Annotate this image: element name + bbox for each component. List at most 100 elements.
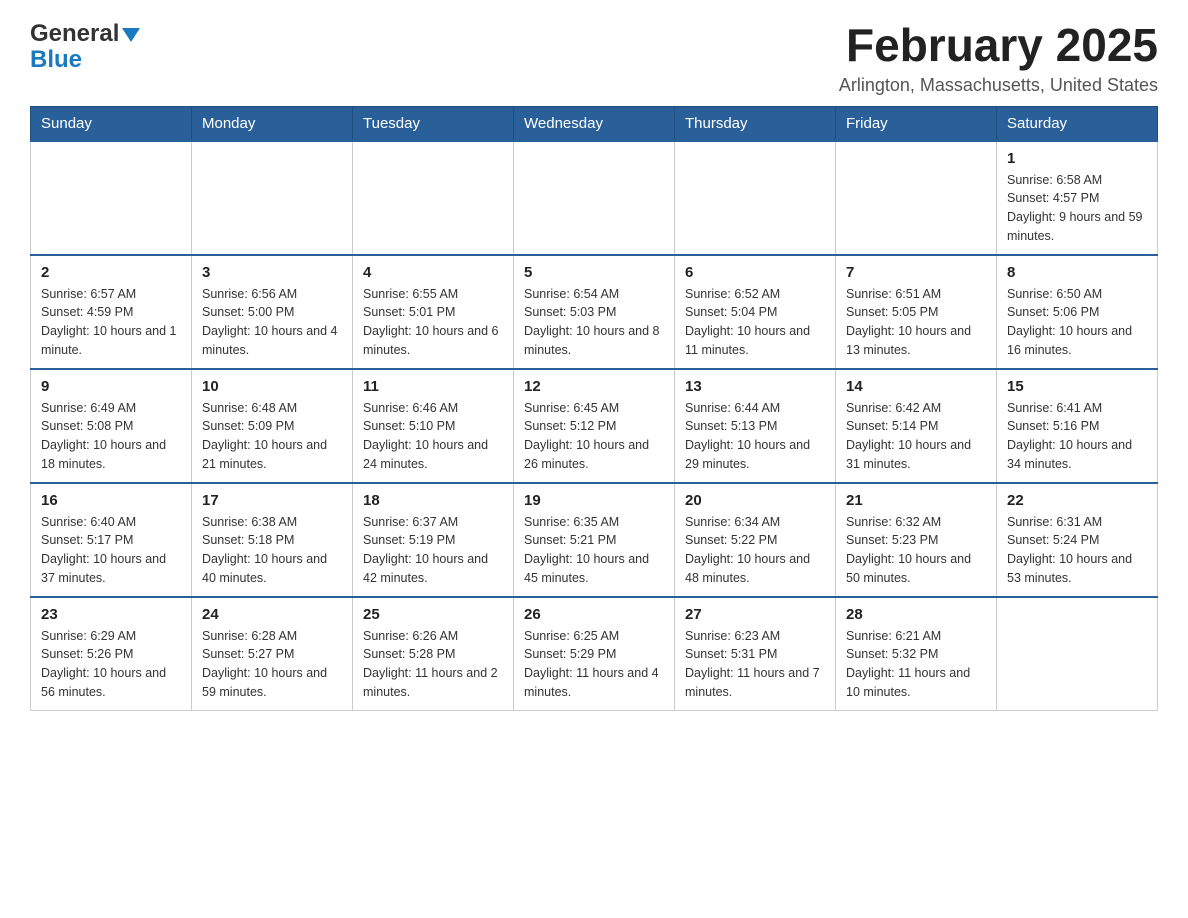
day-number: 11: [363, 378, 503, 395]
day-number: 20: [685, 492, 825, 509]
day-info: Sunrise: 6:34 AMSunset: 5:22 PMDaylight:…: [685, 513, 825, 588]
table-row: 23 Sunrise: 6:29 AMSunset: 5:26 PMDayligh…: [31, 597, 192, 711]
day-info: Sunrise: 6:48 AMSunset: 5:09 PMDaylight:…: [202, 399, 342, 474]
day-number: 10: [202, 378, 342, 395]
day-info: Sunrise: 6:29 AMSunset: 5:26 PMDaylight:…: [41, 627, 181, 702]
day-info: Sunrise: 6:58 AMSunset: 4:57 PMDaylight:…: [1007, 171, 1147, 246]
day-number: 9: [41, 378, 181, 395]
day-number: 15: [1007, 378, 1147, 395]
day-info: Sunrise: 6:35 AMSunset: 5:21 PMDaylight:…: [524, 513, 664, 588]
day-info: Sunrise: 6:44 AMSunset: 5:13 PMDaylight:…: [685, 399, 825, 474]
day-number: 12: [524, 378, 664, 395]
day-info: Sunrise: 6:51 AMSunset: 5:05 PMDaylight:…: [846, 285, 986, 360]
logo-general-text: General: [30, 20, 119, 48]
header-saturday: Saturday: [997, 106, 1158, 141]
calendar-week-row: 16 Sunrise: 6:40 AMSunset: 5:17 PMDayligh…: [31, 483, 1158, 597]
table-row: 12 Sunrise: 6:45 AMSunset: 5:12 PMDayligh…: [514, 369, 675, 483]
day-number: 3: [202, 264, 342, 281]
table-row: 13 Sunrise: 6:44 AMSunset: 5:13 PMDayligh…: [675, 369, 836, 483]
day-info: Sunrise: 6:54 AMSunset: 5:03 PMDaylight:…: [524, 285, 664, 360]
table-row: 16 Sunrise: 6:40 AMSunset: 5:17 PMDayligh…: [31, 483, 192, 597]
table-row: [997, 597, 1158, 711]
table-row: 22 Sunrise: 6:31 AMSunset: 5:24 PMDayligh…: [997, 483, 1158, 597]
day-number: 27: [685, 606, 825, 623]
table-row: 15 Sunrise: 6:41 AMSunset: 5:16 PMDayligh…: [997, 369, 1158, 483]
table-row: 2 Sunrise: 6:57 AMSunset: 4:59 PMDaylight…: [31, 255, 192, 369]
table-row: 11 Sunrise: 6:46 AMSunset: 5:10 PMDayligh…: [353, 369, 514, 483]
day-number: 28: [846, 606, 986, 623]
day-info: Sunrise: 6:31 AMSunset: 5:24 PMDaylight:…: [1007, 513, 1147, 588]
calendar-title: February 2025: [839, 20, 1158, 71]
day-info: Sunrise: 6:26 AMSunset: 5:28 PMDaylight:…: [363, 627, 503, 702]
table-row: 1 Sunrise: 6:58 AMSunset: 4:57 PMDaylight…: [997, 141, 1158, 255]
page-header: General Blue February 2025 Arlington, Ma…: [30, 20, 1158, 96]
table-row: 18 Sunrise: 6:37 AMSunset: 5:19 PMDayligh…: [353, 483, 514, 597]
header-friday: Friday: [836, 106, 997, 141]
table-row: [353, 141, 514, 255]
day-info: Sunrise: 6:42 AMSunset: 5:14 PMDaylight:…: [846, 399, 986, 474]
table-row: [836, 141, 997, 255]
day-number: 16: [41, 492, 181, 509]
day-number: 18: [363, 492, 503, 509]
table-row: 14 Sunrise: 6:42 AMSunset: 5:14 PMDayligh…: [836, 369, 997, 483]
day-number: 24: [202, 606, 342, 623]
day-info: Sunrise: 6:52 AMSunset: 5:04 PMDaylight:…: [685, 285, 825, 360]
day-number: 13: [685, 378, 825, 395]
logo-triangle-icon: [122, 28, 140, 42]
logo-blue-text: Blue: [30, 46, 82, 74]
table-row: [192, 141, 353, 255]
table-row: 21Sunrise: 6:32 AMSunset: 5:23 PMDayligh…: [836, 483, 997, 597]
day-info: Sunrise: 6:50 AMSunset: 5:06 PMDaylight:…: [1007, 285, 1147, 360]
day-number: 2: [41, 264, 181, 281]
day-number: 17: [202, 492, 342, 509]
day-info: Sunrise: 6:21 AMSunset: 5:32 PMDaylight:…: [846, 627, 986, 702]
day-number: 14: [846, 378, 986, 395]
table-row: 3 Sunrise: 6:56 AMSunset: 5:00 PMDaylight…: [192, 255, 353, 369]
table-row: 8Sunrise: 6:50 AMSunset: 5:06 PMDaylight…: [997, 255, 1158, 369]
day-info: Sunrise: 6:57 AMSunset: 4:59 PMDaylight:…: [41, 285, 181, 360]
calendar-week-row: 2 Sunrise: 6:57 AMSunset: 4:59 PMDaylight…: [31, 255, 1158, 369]
day-info: Sunrise: 6:46 AMSunset: 5:10 PMDaylight:…: [363, 399, 503, 474]
table-row: 7 Sunrise: 6:51 AMSunset: 5:05 PMDaylight…: [836, 255, 997, 369]
table-row: 17 Sunrise: 6:38 AMSunset: 5:18 PMDayligh…: [192, 483, 353, 597]
table-row: 6 Sunrise: 6:52 AMSunset: 5:04 PMDaylight…: [675, 255, 836, 369]
day-info: Sunrise: 6:49 AMSunset: 5:08 PMDaylight:…: [41, 399, 181, 474]
day-info: Sunrise: 6:41 AMSunset: 5:16 PMDaylight:…: [1007, 399, 1147, 474]
day-info: Sunrise: 6:28 AMSunset: 5:27 PMDaylight:…: [202, 627, 342, 702]
day-number: 4: [363, 264, 503, 281]
day-number: 1: [1007, 150, 1147, 167]
table-row: 4 Sunrise: 6:55 AMSunset: 5:01 PMDaylight…: [353, 255, 514, 369]
day-info: Sunrise: 6:23 AMSunset: 5:31 PMDaylight:…: [685, 627, 825, 702]
calendar-week-row: 23 Sunrise: 6:29 AMSunset: 5:26 PMDayligh…: [31, 597, 1158, 711]
table-row: 26Sunrise: 6:25 AMSunset: 5:29 PMDayligh…: [514, 597, 675, 711]
header-wednesday: Wednesday: [514, 106, 675, 141]
day-number: 25: [363, 606, 503, 623]
day-info: Sunrise: 6:38 AMSunset: 5:18 PMDaylight:…: [202, 513, 342, 588]
day-info: Sunrise: 6:37 AMSunset: 5:19 PMDaylight:…: [363, 513, 503, 588]
header-monday: Monday: [192, 106, 353, 141]
table-row: 19Sunrise: 6:35 AMSunset: 5:21 PMDayligh…: [514, 483, 675, 597]
day-info: Sunrise: 6:56 AMSunset: 5:00 PMDaylight:…: [202, 285, 342, 360]
table-row: 28 Sunrise: 6:21 AMSunset: 5:32 PMDayligh…: [836, 597, 997, 711]
day-info: Sunrise: 6:55 AMSunset: 5:01 PMDaylight:…: [363, 285, 503, 360]
table-row: 9 Sunrise: 6:49 AMSunset: 5:08 PMDaylight…: [31, 369, 192, 483]
day-info: Sunrise: 6:32 AMSunset: 5:23 PMDaylight:…: [846, 513, 986, 588]
day-info: Sunrise: 6:40 AMSunset: 5:17 PMDaylight:…: [41, 513, 181, 588]
header-tuesday: Tuesday: [353, 106, 514, 141]
day-info: Sunrise: 6:45 AMSunset: 5:12 PMDaylight:…: [524, 399, 664, 474]
day-number: 6: [685, 264, 825, 281]
title-block: February 2025 Arlington, Massachusetts, …: [839, 20, 1158, 96]
day-info: Sunrise: 6:25 AMSunset: 5:29 PMDaylight:…: [524, 627, 664, 702]
day-number: 23: [41, 606, 181, 623]
header-thursday: Thursday: [675, 106, 836, 141]
table-row: [31, 141, 192, 255]
calendar-week-row: 9 Sunrise: 6:49 AMSunset: 5:08 PMDaylight…: [31, 369, 1158, 483]
table-row: 10 Sunrise: 6:48 AMSunset: 5:09 PMDayligh…: [192, 369, 353, 483]
calendar-subtitle: Arlington, Massachusetts, United States: [839, 75, 1158, 96]
day-number: 5: [524, 264, 664, 281]
header-sunday: Sunday: [31, 106, 192, 141]
day-number: 22: [1007, 492, 1147, 509]
day-number: 7: [846, 264, 986, 281]
table-row: 24 Sunrise: 6:28 AMSunset: 5:27 PMDayligh…: [192, 597, 353, 711]
table-row: 20 Sunrise: 6:34 AMSunset: 5:22 PMDayligh…: [675, 483, 836, 597]
